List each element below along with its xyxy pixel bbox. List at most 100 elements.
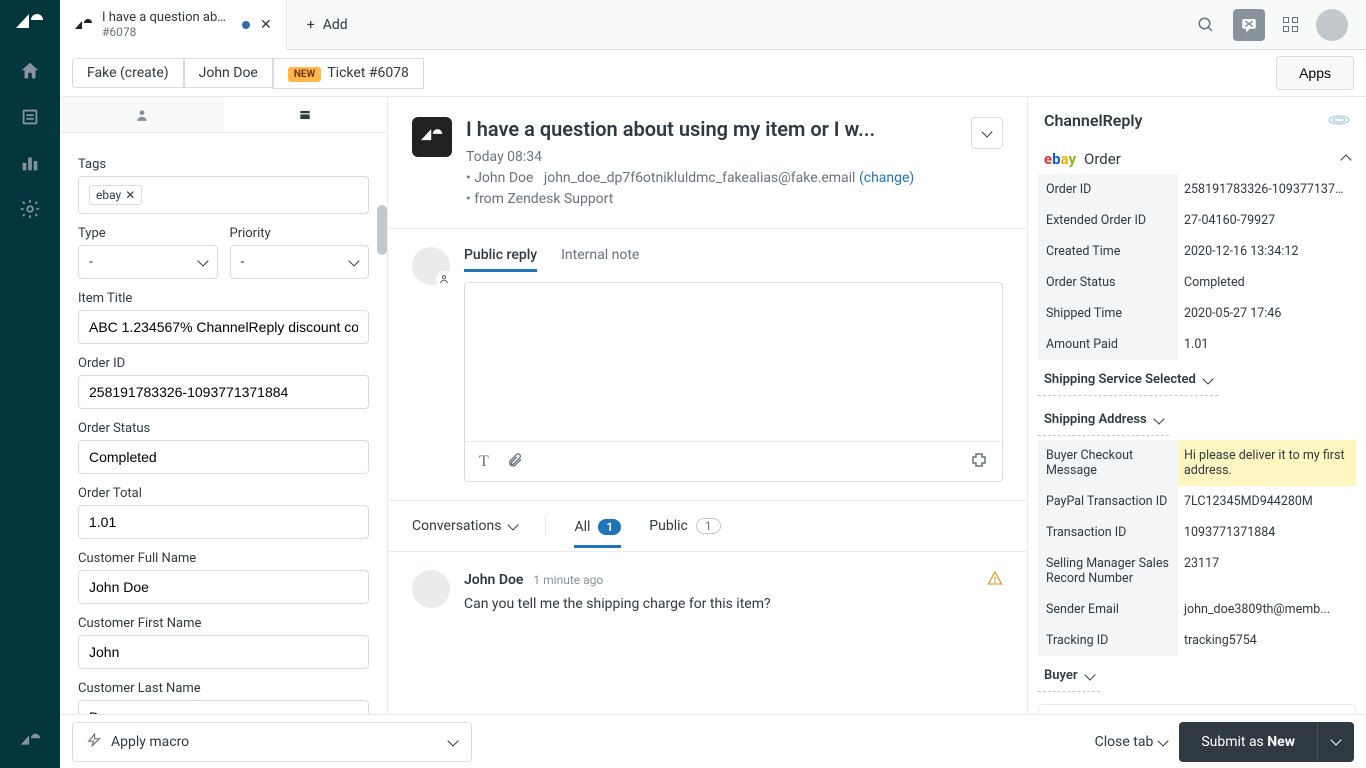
- section-shipping-service[interactable]: Shipping Service Selected: [1038, 364, 1218, 396]
- ticket-time: Today 08:34: [466, 149, 542, 165]
- agent-avatar: [412, 247, 450, 285]
- requester-email: john_doe_dp7f6otnikluldmc_fakealias@fake…: [544, 170, 856, 186]
- priority-label: Priority: [230, 226, 370, 241]
- compose-textarea[interactable]: [465, 283, 1002, 441]
- apply-macro-button[interactable]: Apply macro: [72, 722, 472, 762]
- submit-button[interactable]: Submit as New: [1179, 722, 1317, 762]
- order-status-label: Order Status: [78, 421, 369, 436]
- add-tab-label: Add: [323, 17, 348, 33]
- extension-icon[interactable]: [970, 451, 988, 473]
- filter-all[interactable]: All1: [574, 519, 621, 548]
- tab-public-reply[interactable]: Public reply: [464, 247, 537, 272]
- sender-email-link[interactable]: john_doe3809th@memb...: [1178, 594, 1356, 625]
- message-avatar: [412, 570, 450, 608]
- scrollbar-thumb[interactable]: [377, 205, 387, 255]
- chevron-down-icon: [981, 126, 992, 137]
- kv-label: PayPal Transaction ID: [1038, 486, 1178, 517]
- ebay-logo-icon: ebay: [1044, 150, 1076, 168]
- breadcrumb: Fake (create) John Doe NEWTicket #6078 A…: [60, 50, 1366, 96]
- apps-button[interactable]: Apps: [1276, 56, 1354, 90]
- change-link[interactable]: (change): [859, 170, 914, 186]
- kv-label: Tracking ID: [1038, 625, 1178, 656]
- chat-icon[interactable]: [1233, 9, 1265, 41]
- chevron-down-icon: [1153, 413, 1164, 424]
- add-tab-button[interactable]: + Add: [287, 17, 368, 33]
- kv-value: 7LC12345MD944280M: [1178, 486, 1356, 517]
- requester-name: John Doe: [474, 170, 533, 186]
- tab-sub: #6078: [102, 25, 232, 39]
- kv-value: 2020-05-27 17:46: [1178, 298, 1356, 329]
- views-icon[interactable]: [19, 106, 41, 128]
- section-shipping-address[interactable]: Shipping Address: [1038, 404, 1169, 436]
- crumb-user[interactable]: John Doe: [184, 58, 273, 88]
- apps-grid-icon[interactable]: [1283, 17, 1298, 32]
- avatar[interactable]: [1316, 9, 1348, 41]
- ticket-actions-button[interactable]: [971, 117, 1003, 149]
- full-name-field[interactable]: [78, 570, 369, 604]
- sidebar-tab-user[interactable]: [60, 97, 224, 132]
- tab-internal-note[interactable]: Internal note: [561, 247, 639, 272]
- chevron-down-icon: [197, 255, 208, 266]
- order-id-link[interactable]: 258191783326-1093771371884: [1178, 174, 1356, 205]
- nav-rail: [0, 0, 60, 768]
- tags-field[interactable]: ebay✕: [78, 176, 369, 214]
- close-tab-button[interactable]: Close tab: [1095, 734, 1168, 750]
- item-title-field[interactable]: [78, 310, 369, 344]
- unsaved-dot-icon: [242, 21, 250, 29]
- last-name-label: Customer Last Name: [78, 681, 369, 696]
- kv-value: 2020-12-16 13:34:12: [1178, 236, 1356, 267]
- home-icon[interactable]: [19, 60, 41, 82]
- filter-public[interactable]: Public1: [649, 518, 720, 534]
- ticket-tab[interactable]: I have a question abo... #6078 ✕: [60, 0, 287, 50]
- reports-icon[interactable]: [19, 152, 41, 174]
- order-status-field[interactable]: [78, 440, 369, 474]
- section-buyer[interactable]: Buyer: [1038, 660, 1100, 692]
- admin-icon[interactable]: [19, 198, 41, 220]
- submit-dropdown[interactable]: [1317, 722, 1354, 762]
- attachment-icon[interactable]: [507, 452, 523, 472]
- kv-label: Buyer Checkout Message: [1038, 440, 1178, 486]
- crumb-ticket[interactable]: NEWTicket #6078: [273, 58, 424, 89]
- conversations-dropdown[interactable]: Conversations: [412, 518, 517, 534]
- type-select[interactable]: -: [78, 245, 218, 279]
- zendesk-z-icon[interactable]: [19, 730, 41, 752]
- tag-ebay[interactable]: ebay✕: [89, 185, 142, 205]
- tab-title: I have a question abo...: [102, 10, 232, 26]
- compose-box: T: [464, 282, 1003, 482]
- kv-label: Amount Paid: [1038, 329, 1178, 360]
- kv-value: 1093771371884: [1178, 517, 1356, 548]
- order-id-field[interactable]: [78, 375, 369, 409]
- message-time: 1 minute ago: [533, 573, 603, 587]
- macro-label: Apply macro: [111, 734, 189, 750]
- priority-select[interactable]: -: [230, 245, 370, 279]
- chevron-down-icon: [508, 519, 519, 530]
- kv-label: Order Status: [1038, 267, 1178, 298]
- item-title-label: Item Title: [78, 291, 369, 306]
- close-icon[interactable]: ✕: [260, 17, 272, 33]
- warning-icon: [987, 570, 1003, 590]
- search-icon[interactable]: [1197, 16, 1215, 34]
- kv-label: Sender Email: [1038, 594, 1178, 625]
- chevron-down-icon: [1084, 669, 1095, 680]
- lightning-icon: [87, 733, 101, 751]
- kv-value: 1.01: [1178, 329, 1356, 360]
- kv-value: 23117: [1178, 548, 1356, 594]
- crumb-org[interactable]: Fake (create): [72, 58, 184, 88]
- first-name-field[interactable]: [78, 635, 369, 669]
- sidebar-tab-ticket[interactable]: [224, 97, 388, 132]
- chevron-down-icon: [348, 255, 359, 266]
- ebay-order-header[interactable]: ebay Order: [1038, 144, 1356, 174]
- text-format-icon[interactable]: T: [479, 453, 489, 471]
- topbar: I have a question abo... #6078 ✕ + Add: [60, 0, 1366, 50]
- status-badge: NEW: [288, 67, 321, 82]
- order-total-field[interactable]: [78, 505, 369, 539]
- app-logo-icon: [1328, 111, 1350, 130]
- ext-order-link[interactable]: 27-04160-79927: [1178, 205, 1356, 236]
- order-total-label: Order Total: [78, 486, 369, 501]
- kv-label: Shipped Time: [1038, 298, 1178, 329]
- kv-label: Created Time: [1038, 236, 1178, 267]
- kv-label: Selling Manager Sales Record Number: [1038, 548, 1178, 594]
- message-author: John Doe: [464, 572, 523, 588]
- plus-icon: +: [307, 17, 315, 33]
- chevron-down-icon: [1330, 734, 1341, 745]
